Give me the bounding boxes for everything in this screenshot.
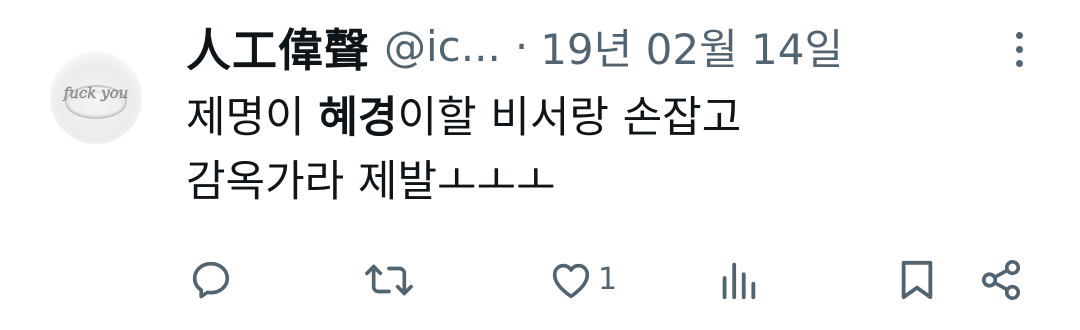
user-handle[interactable]: @ic... bbox=[384, 22, 501, 71]
tweet-date[interactable]: 19년 02월 14일 bbox=[540, 16, 843, 77]
tweet-text: 제명이 혜경이할 비서랑 손잡고 감옥가라 제발ㅗㅗㅗ bbox=[186, 86, 1046, 214]
avatar[interactable]: fuck you bbox=[50, 52, 142, 144]
bookmark-icon bbox=[901, 260, 933, 300]
action-bar: 1 bbox=[0, 246, 1080, 316]
reply-icon bbox=[192, 261, 230, 299]
display-name[interactable]: 人工偉聲 bbox=[186, 14, 370, 79]
tweet-card[interactable]: fuck you 人工偉聲 @ic... · 19년 02월 14일 제명이 혜… bbox=[0, 0, 1080, 330]
tweet-text-line-1: 제명이 혜경이할 비서랑 손잡고 bbox=[186, 86, 1046, 150]
like-count: 1 bbox=[598, 262, 618, 297]
tweet-text-line-2: 감옥가라 제발ㅗㅗㅗ bbox=[186, 157, 556, 207]
heart-icon bbox=[552, 263, 590, 299]
views-icon bbox=[722, 262, 756, 300]
bookmark-button[interactable] bbox=[896, 254, 938, 306]
share-button[interactable] bbox=[978, 254, 1024, 306]
retweet-icon bbox=[365, 264, 413, 296]
views-button[interactable] bbox=[718, 254, 762, 306]
reply-button[interactable] bbox=[188, 254, 238, 306]
more-options-button[interactable] bbox=[1008, 28, 1032, 72]
tweet-header: 人工偉聲 @ic... · 19년 02월 14일 bbox=[186, 14, 843, 78]
like-button[interactable]: 1 bbox=[548, 254, 617, 306]
ring-avatar-icon: fuck you bbox=[62, 84, 129, 119]
tweet-text-segment: 제명이 bbox=[186, 93, 319, 143]
avatar-ring-text: fuck you bbox=[63, 84, 129, 102]
tweet-text-segment: 이할 비서랑 손잡고 bbox=[397, 93, 742, 143]
tweet-text-bold-segment: 혜경 bbox=[318, 93, 398, 143]
separator-dot: · bbox=[514, 21, 529, 71]
retweet-button[interactable] bbox=[364, 254, 418, 306]
share-icon bbox=[981, 259, 1021, 301]
